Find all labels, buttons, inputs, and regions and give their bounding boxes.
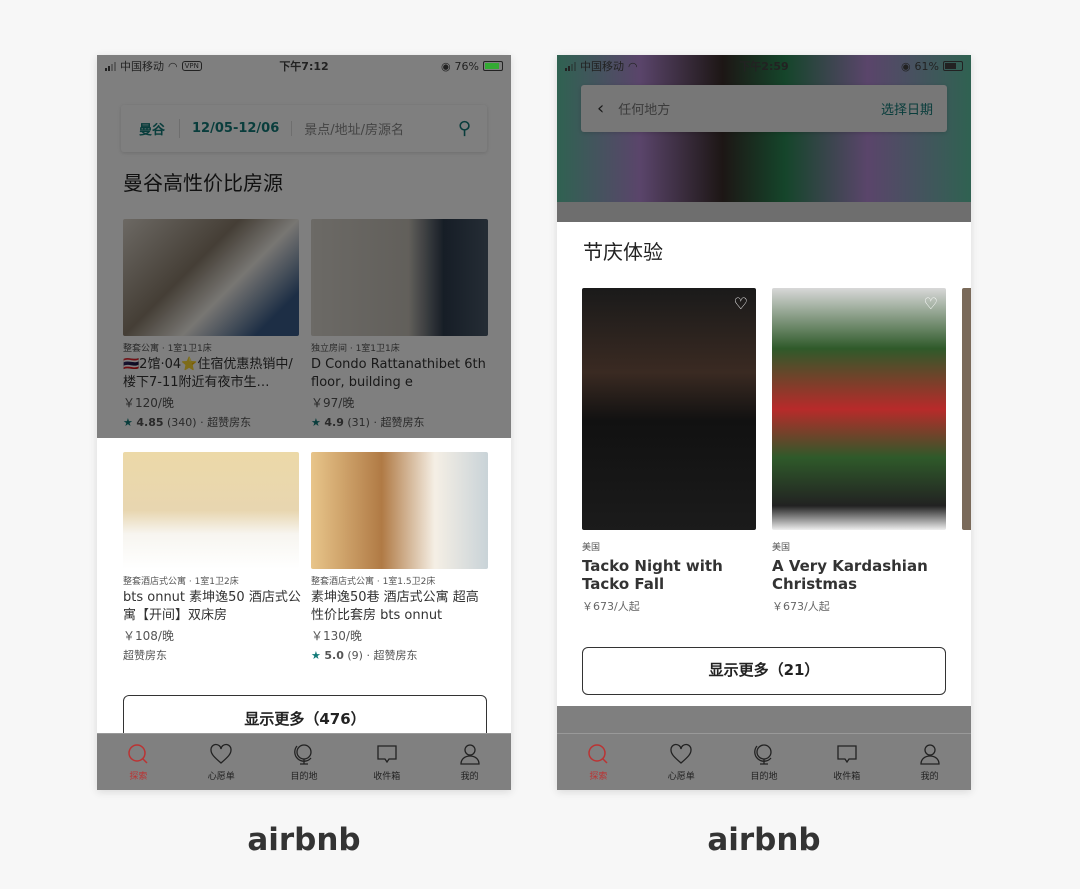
listing-photo[interactable] <box>123 452 299 569</box>
experience-photo-partial[interactable] <box>962 288 971 530</box>
listing-price: ￥130/晚 <box>311 629 362 643</box>
section-title: 节庆体验 <box>583 240 663 264</box>
user-icon <box>459 744 480 765</box>
tab-destinations[interactable]: 目的地 <box>723 734 806 790</box>
experience-photo[interactable]: ♡ <box>772 288 946 530</box>
caption-left: airbnb <box>247 822 361 858</box>
experience-card[interactable]: 美国 A Very Kardashian Christmas ￥673/人起 <box>772 540 947 614</box>
experience-price: ￥673/人起 <box>772 600 830 613</box>
dim-overlay <box>557 706 971 736</box>
right-phone-screen: 中国移动 ◠ 下午2:59 ◉61% ‹ 任何地方 选择日期 节庆体验 ♡ ♡ … <box>557 55 971 790</box>
dim-overlay <box>97 55 511 438</box>
listing-title: 素坤逸50巷 酒店式公寓 超高性价比套房 bts onnut <box>311 590 479 623</box>
tab-wishlist[interactable]: 心愿单 <box>180 734 263 790</box>
listing-rating: ★ 5.0 (9) · 超赞房东 <box>311 649 418 662</box>
battery-icon <box>943 61 963 71</box>
tab-bar: 探索 心愿单 目的地 收件箱 我的 <box>97 733 511 790</box>
experience-location: 美国 <box>772 543 791 553</box>
globe-icon <box>754 744 772 765</box>
heart-icon[interactable]: ♡ <box>924 294 938 313</box>
message-icon <box>377 745 397 764</box>
listing-type: 整套酒店式公寓 · 1室1卫2床 <box>123 577 239 587</box>
listing-host: 超赞房东 <box>123 649 167 662</box>
heart-icon[interactable]: ♡ <box>734 294 748 313</box>
listing-card[interactable]: 整套酒店式公寓 · 1室1.5卫2床 素坤逸50巷 酒店式公寓 超高性价比套房 … <box>311 574 489 663</box>
tab-inbox[interactable]: 收件箱 <box>345 734 428 790</box>
tab-wishlist[interactable]: 心愿单 <box>640 734 723 790</box>
show-more-button[interactable]: 显示更多（21） <box>582 647 946 695</box>
heart-icon <box>210 743 232 764</box>
caption-right: airbnb <box>707 822 821 858</box>
message-icon <box>837 745 857 764</box>
globe-icon <box>294 744 312 765</box>
left-phone-screen: 中国移动 ◠ VPN 下午7:12 ◉76% 曼谷 12/05-12/06 景点… <box>97 55 511 790</box>
clock: 下午7:12 <box>279 60 329 73</box>
status-bar: 中国移动 ◠ 下午2:59 ◉ 61% <box>557 55 971 77</box>
tab-profile[interactable]: 我的 <box>888 734 971 790</box>
user-icon <box>919 744 940 765</box>
tab-inbox[interactable]: 收件箱 <box>805 734 888 790</box>
experience-price: ￥673/人起 <box>582 600 640 613</box>
experience-title: A Very Kardashian Christmas <box>772 557 928 593</box>
battery-icon <box>483 61 503 71</box>
star-icon: ★ <box>311 649 321 662</box>
listing-type: 整套酒店式公寓 · 1室1.5卫2床 <box>311 577 436 587</box>
listing-photo[interactable] <box>311 452 488 569</box>
experience-title: Tacko Night with Tacko Fall <box>582 557 723 593</box>
dim-overlay <box>557 55 971 222</box>
experience-photo[interactable]: ♡ <box>582 288 756 530</box>
search-icon <box>128 744 148 764</box>
listing-price: ￥108/晚 <box>123 629 174 643</box>
search-icon <box>588 744 608 764</box>
tab-bar: 探索 心愿单 目的地 收件箱 我的 <box>557 733 971 790</box>
status-bar: 中国移动 ◠ VPN 下午7:12 ◉ 76% <box>97 55 511 77</box>
tab-explore[interactable]: 探索 <box>557 734 640 790</box>
listing-card[interactable]: 整套酒店式公寓 · 1室1卫2床 bts onnut 素坤逸50 酒店式公寓【开… <box>123 574 301 663</box>
clock: 下午2:59 <box>739 60 789 73</box>
experience-location: 美国 <box>582 543 601 553</box>
heart-icon <box>670 743 692 764</box>
experience-card[interactable]: 美国 Tacko Night with Tacko Fall ￥673/人起 <box>582 540 757 614</box>
tab-profile[interactable]: 我的 <box>428 734 511 790</box>
listing-title: bts onnut 素坤逸50 酒店式公寓【开间】双床房 <box>123 590 301 623</box>
tab-explore[interactable]: 探索 <box>97 734 180 790</box>
tab-destinations[interactable]: 目的地 <box>263 734 346 790</box>
